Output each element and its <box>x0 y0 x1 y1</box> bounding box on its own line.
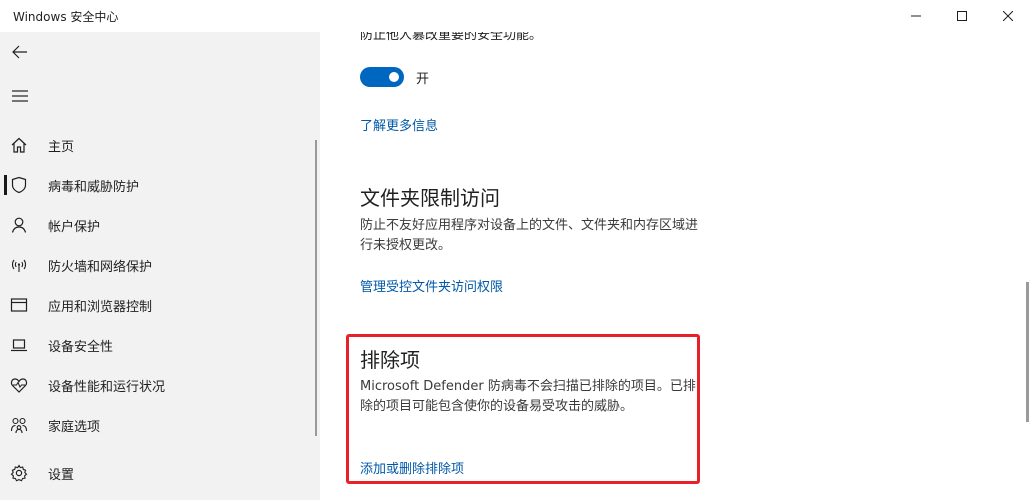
home-icon <box>10 136 28 154</box>
shield-icon <box>10 176 28 194</box>
family-icon <box>10 416 28 434</box>
sidebar-item-virus-protection[interactable]: 病毒和威胁防护 <box>0 165 316 205</box>
sidebar-scrollbar[interactable] <box>315 140 317 436</box>
folder-access-description: 防止不友好应用程序对设备上的文件、文件夹和内存区域进行未授权更改。 <box>360 218 699 253</box>
close-button[interactable] <box>985 0 1031 32</box>
back-arrow-icon <box>12 45 27 59</box>
sidebar-item-label: 防火墙和网络保护 <box>48 259 153 275</box>
maximize-icon <box>957 11 967 21</box>
gear-icon <box>10 464 28 482</box>
folder-access-title: 文件夹限制访问 <box>360 186 500 210</box>
sidebar-item-firewall[interactable]: 防火墙和网络保护 <box>0 245 316 285</box>
active-indicator <box>4 175 7 195</box>
sidebar-item-label: 病毒和威胁防护 <box>48 179 140 195</box>
title-bar: Windows 安全中心 <box>0 0 1031 32</box>
tamper-protection-description: 防止他人篡改重要的安全功能。 <box>360 32 543 43</box>
sidebar-item-label: 应用和浏览器控制 <box>48 299 153 315</box>
laptop-icon <box>10 336 28 354</box>
toggle-state-label: 开 <box>416 72 430 87</box>
sidebar-item-account-protection[interactable]: 帐户保护 <box>0 205 316 245</box>
sidebar-item-label: 家庭选项 <box>48 419 101 435</box>
sidebar-item-label: 主页 <box>48 139 75 155</box>
sidebar-item-device-security[interactable]: 设备安全性 <box>0 325 316 365</box>
tamper-protection-toggle[interactable] <box>360 67 404 87</box>
main-scrollbar[interactable] <box>1026 282 1029 422</box>
back-button[interactable] <box>4 36 36 68</box>
sidebar-item-home[interactable]: 主页 <box>0 125 316 165</box>
sidebar-item-label: 设置 <box>48 467 75 483</box>
person-icon <box>10 216 28 234</box>
app-window-icon <box>10 296 28 314</box>
hamburger-icon <box>12 90 28 102</box>
window-title: Windows 安全中心 <box>13 10 119 24</box>
learn-more-link[interactable]: 了解更多信息 <box>360 115 438 134</box>
heart-pulse-icon <box>10 376 28 394</box>
sidebar-item-device-health[interactable]: 设备性能和运行状况 <box>0 365 316 405</box>
sidebar-item-settings[interactable]: 设置 <box>0 453 316 493</box>
manage-folder-access-link[interactable]: 管理受控文件夹访问权限 <box>360 276 503 295</box>
sidebar-item-family-options[interactable]: 家庭选项 <box>0 405 316 445</box>
sidebar: 主页 病毒和威胁防护 帐户保护 防火墙和网络保护 应用和浏览器控制 设备安全性 <box>0 32 320 500</box>
wifi-antenna-icon <box>10 256 28 274</box>
minimize-icon <box>911 15 921 17</box>
close-icon <box>1003 11 1013 21</box>
hamburger-menu-button[interactable] <box>4 80 36 112</box>
exclusions-highlight-box <box>346 334 700 484</box>
minimize-button[interactable] <box>893 0 939 32</box>
sidebar-item-app-browser-control[interactable]: 应用和浏览器控制 <box>0 285 316 325</box>
sidebar-item-label: 设备安全性 <box>48 339 114 355</box>
sidebar-item-label: 帐户保护 <box>48 219 101 235</box>
maximize-button[interactable] <box>939 0 985 32</box>
sidebar-item-label: 设备性能和运行状况 <box>48 379 166 395</box>
toggle-knob <box>389 72 399 82</box>
